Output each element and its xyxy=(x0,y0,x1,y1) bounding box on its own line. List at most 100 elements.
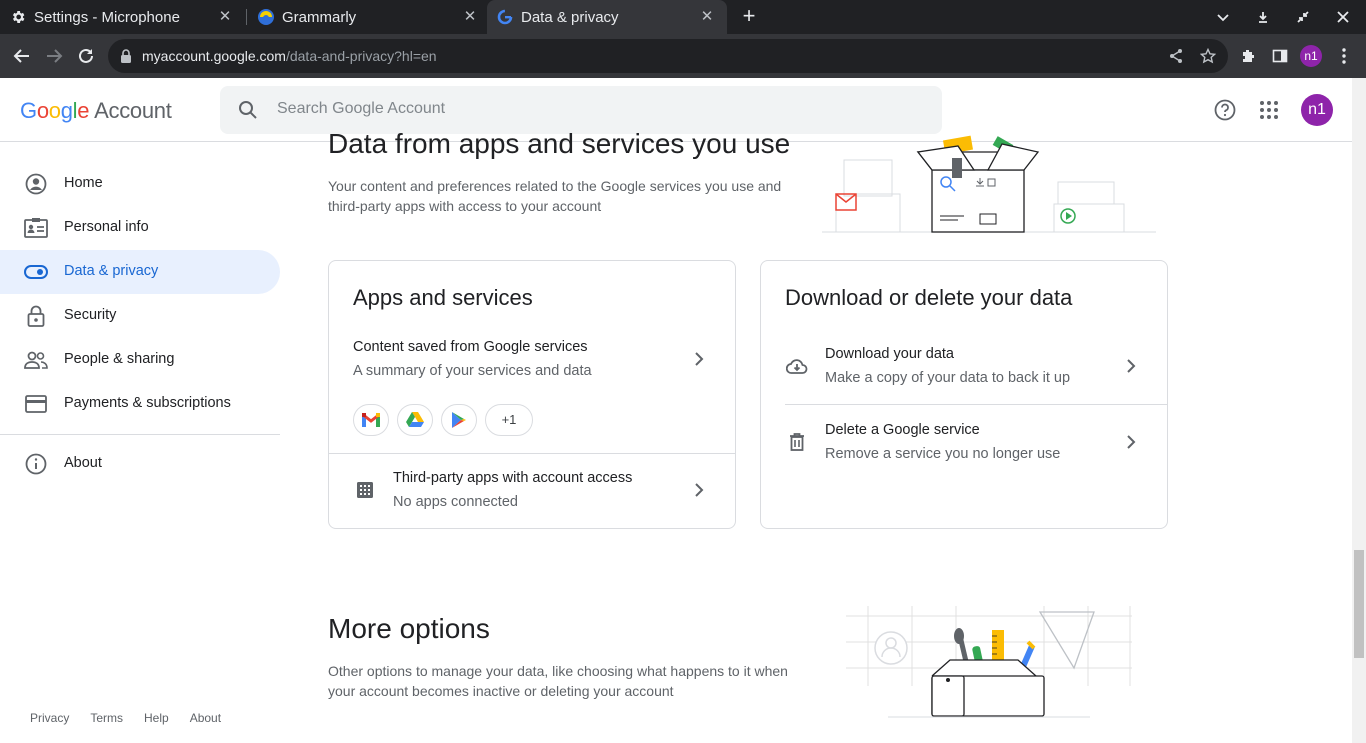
toggle-icon xyxy=(24,260,48,284)
chevron-right-icon[interactable] xyxy=(1119,354,1143,378)
share-icon[interactable] xyxy=(1167,47,1185,65)
apps-grid-small-icon xyxy=(353,478,377,502)
gmail-icon xyxy=(362,413,380,427)
footer-link-terms[interactable]: Terms xyxy=(90,711,123,725)
drive-app-chip[interactable] xyxy=(397,404,433,436)
more-options-description: Other options to manage your data, like … xyxy=(328,663,788,699)
star-icon[interactable] xyxy=(1199,47,1217,65)
sidebar-item-label: Payments & subscriptions xyxy=(64,395,231,411)
download-data-subtitle: Make a copy of your data to back it up xyxy=(825,370,1071,386)
tab-title: Grammarly xyxy=(282,8,357,26)
sidebar-item-data-privacy[interactable]: Data & privacy xyxy=(0,250,280,294)
download-data-title[interactable]: Download your data xyxy=(825,346,954,362)
apps-grid-icon[interactable] xyxy=(1257,98,1281,122)
browser-tab-bar: Settings - Microphone ✕ Grammarly ✕ Data… xyxy=(0,0,1366,34)
lock-icon xyxy=(24,304,48,328)
restore-icon[interactable] xyxy=(1294,8,1312,26)
search-placeholder: Search Google Account xyxy=(277,100,446,117)
minimize-icon[interactable] xyxy=(1254,8,1272,26)
sidebar-item-about[interactable]: About xyxy=(0,442,280,486)
profile-avatar[interactable]: n1 xyxy=(1300,45,1322,67)
google-account-logo[interactable]: Google Account xyxy=(20,98,172,124)
close-icon[interactable]: ✕ xyxy=(462,9,478,25)
sidebar-item-people-sharing[interactable]: People & sharing xyxy=(0,338,280,382)
trash-icon xyxy=(785,430,809,454)
data-section-description: Your content and preferences related to … xyxy=(328,178,782,214)
delete-service-subtitle: Remove a service you no longer use xyxy=(825,446,1061,462)
id-card-icon xyxy=(24,216,48,240)
cloud-download-icon xyxy=(785,354,809,378)
data-box-illustration xyxy=(822,135,1156,233)
close-icon[interactable]: ✕ xyxy=(217,9,233,25)
tab-title: Data & privacy xyxy=(521,8,619,26)
footer-links: Privacy Terms Help About xyxy=(30,711,242,725)
footer-link-help[interactable]: Help xyxy=(144,711,169,725)
page-scrollbar[interactable] xyxy=(1352,78,1366,743)
browser-toolbar: myaccount.google.com/data-and-privacy?hl… xyxy=(0,34,1366,78)
address-bar[interactable]: myaccount.google.com/data-and-privacy?hl… xyxy=(108,39,1228,73)
sidebar-item-label: Personal info xyxy=(64,219,149,235)
play-app-chip[interactable] xyxy=(441,404,477,436)
more-apps-chip[interactable]: +1 xyxy=(485,404,533,436)
tab-separator xyxy=(246,9,247,25)
scrollbar-thumb[interactable] xyxy=(1354,550,1364,658)
credit-card-icon xyxy=(24,392,48,416)
sidebar-item-payments[interactable]: Payments & subscriptions xyxy=(0,382,280,426)
chevron-right-icon[interactable] xyxy=(687,478,711,502)
tab-title: Settings - Microphone xyxy=(34,8,180,26)
apps-card-title: Apps and services xyxy=(353,285,533,310)
reload-icon[interactable] xyxy=(74,44,98,68)
extensions-icon[interactable] xyxy=(1238,46,1258,66)
sidebar-item-personal-info[interactable]: Personal info xyxy=(0,206,280,250)
info-icon xyxy=(24,452,48,476)
sidebar-divider xyxy=(0,434,280,435)
kebab-menu-icon[interactable] xyxy=(1334,46,1354,66)
google-drive-icon xyxy=(406,412,424,427)
third-party-apps-subtitle: No apps connected xyxy=(393,494,518,510)
gear-icon xyxy=(10,9,26,25)
grammarly-icon xyxy=(258,9,274,25)
download-card-title: Download or delete your data xyxy=(785,285,1073,310)
content-saved-subtitle: A summary of your services and data xyxy=(353,363,592,379)
google-icon xyxy=(497,9,513,25)
people-icon xyxy=(24,348,48,372)
side-panel-icon[interactable] xyxy=(1270,46,1290,66)
window-close-icon[interactable] xyxy=(1334,8,1352,26)
home-icon xyxy=(24,172,48,196)
account-wordmark: Account xyxy=(94,98,172,123)
forward-arrow-icon[interactable] xyxy=(42,44,66,68)
account-avatar[interactable]: n1 xyxy=(1301,94,1333,126)
card-divider xyxy=(785,404,1167,405)
tab-data-privacy[interactable]: Data & privacy ✕ xyxy=(487,0,727,34)
url-text: myaccount.google.com/data-and-privacy?hl… xyxy=(142,48,437,64)
sidebar-item-label: People & sharing xyxy=(64,351,175,367)
lock-icon xyxy=(120,49,132,68)
new-tab-button[interactable]: + xyxy=(737,5,761,29)
footer-link-privacy[interactable]: Privacy xyxy=(30,711,69,725)
chevron-right-icon[interactable] xyxy=(1119,430,1143,454)
tab-search-chevron-icon[interactable] xyxy=(1214,8,1232,26)
search-icon xyxy=(238,100,258,125)
google-play-icon xyxy=(452,412,466,428)
sidebar-nav: Home Personal info Data & privacy Securi… xyxy=(0,143,280,743)
tab-settings-microphone[interactable]: Settings - Microphone ✕ xyxy=(10,0,245,34)
data-section-title: Data from apps and services you use xyxy=(328,128,791,159)
toolbox-illustration xyxy=(846,606,1132,718)
google-wordmark: Google xyxy=(20,98,90,123)
third-party-apps-title[interactable]: Third-party apps with account access xyxy=(393,470,632,486)
delete-service-title[interactable]: Delete a Google service xyxy=(825,422,980,438)
tab-grammarly[interactable]: Grammarly ✕ xyxy=(258,0,488,34)
more-options-title: More options xyxy=(328,613,490,644)
card-divider xyxy=(329,453,735,454)
gmail-app-chip[interactable] xyxy=(353,404,389,436)
sidebar-item-security[interactable]: Security xyxy=(0,294,280,338)
footer-link-about[interactable]: About xyxy=(190,711,221,725)
chevron-right-icon[interactable] xyxy=(687,347,711,371)
sidebar-item-label: Security xyxy=(64,307,117,323)
help-icon[interactable] xyxy=(1213,98,1237,122)
sidebar-item-label: Data & privacy xyxy=(64,263,159,279)
content-saved-title[interactable]: Content saved from Google services xyxy=(353,339,588,355)
close-icon[interactable]: ✕ xyxy=(699,9,715,25)
sidebar-item-home[interactable]: Home xyxy=(0,162,280,206)
back-arrow-icon[interactable] xyxy=(10,44,34,68)
